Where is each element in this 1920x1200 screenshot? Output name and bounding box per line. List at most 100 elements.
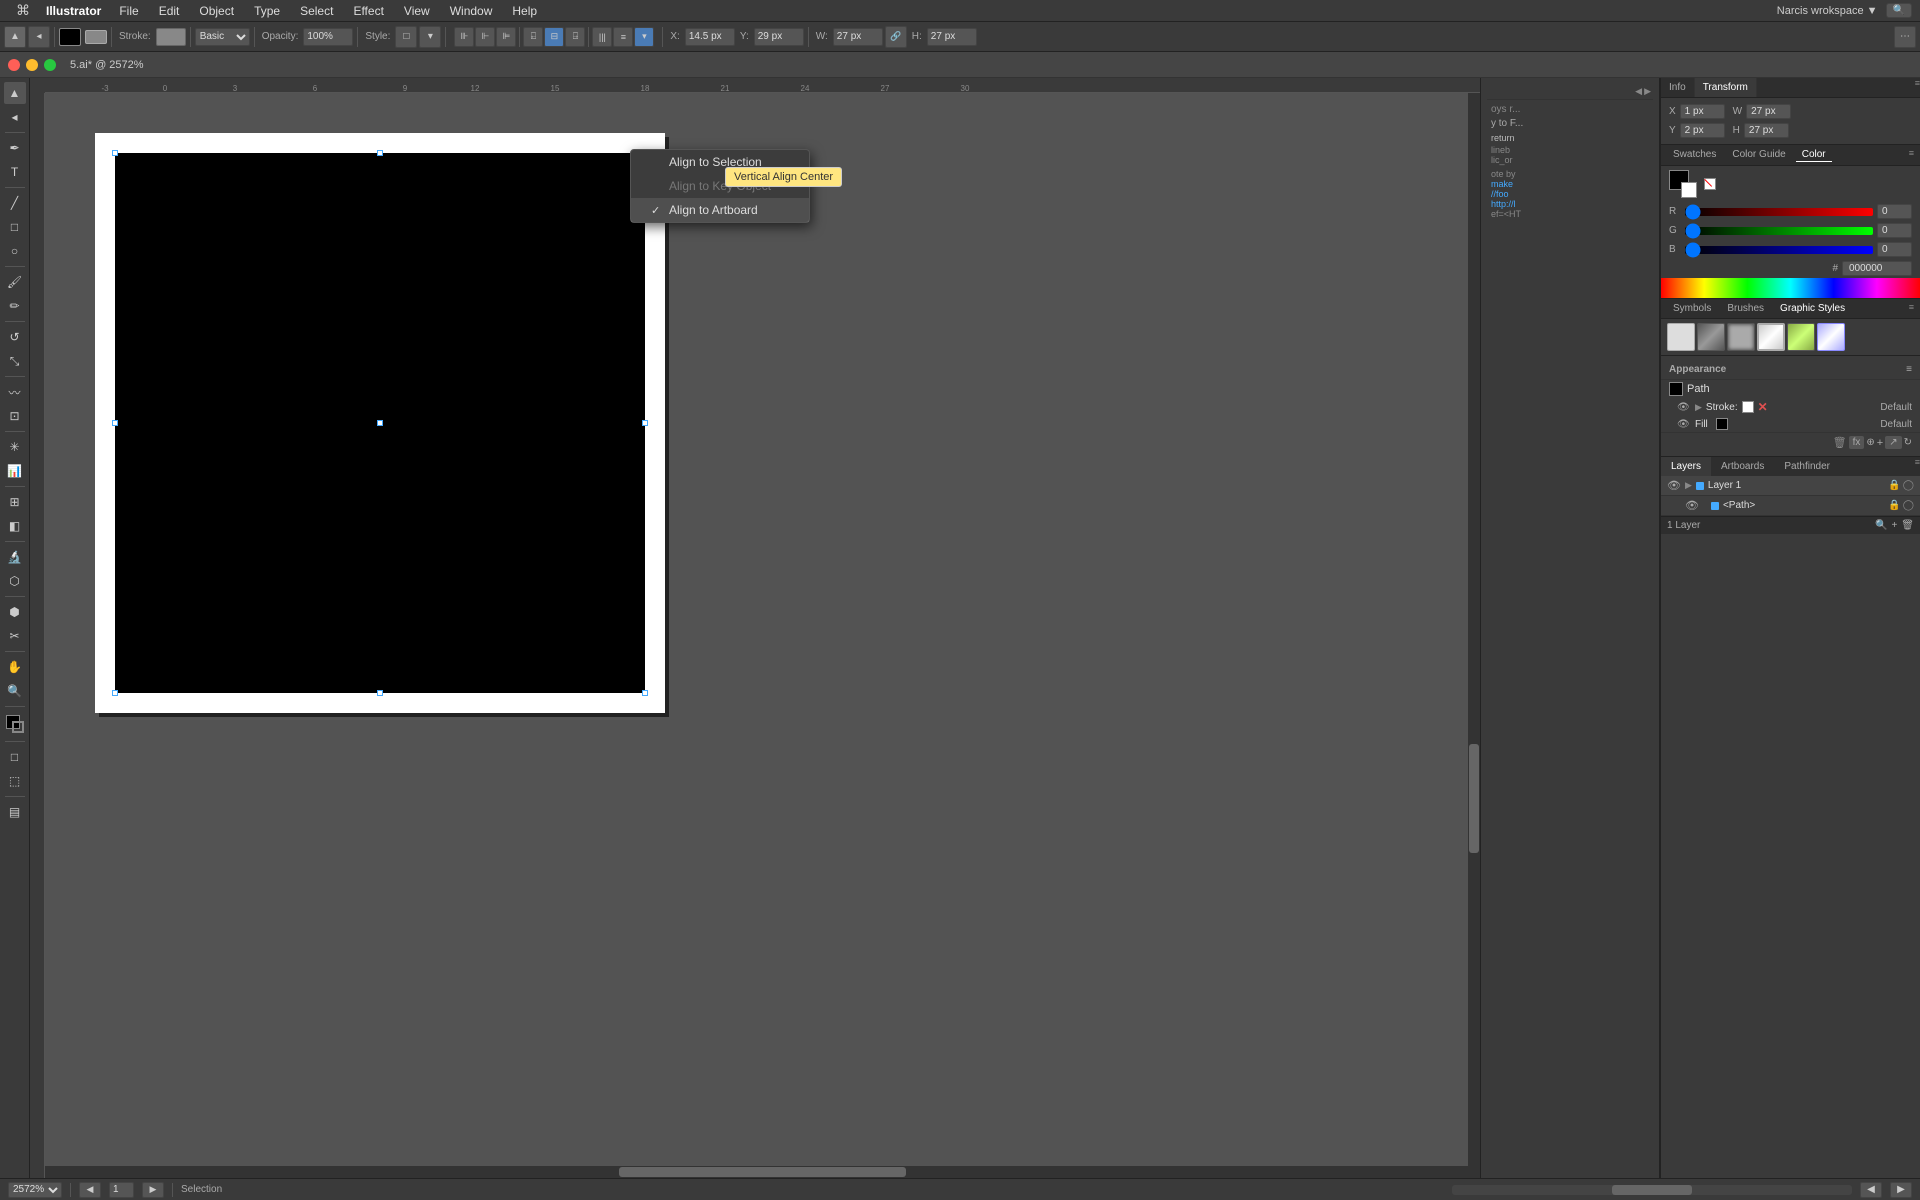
tool-draw-inside[interactable]: ⬚: [4, 770, 26, 792]
x-coord-input[interactable]: [1680, 104, 1725, 119]
layer-delete-icon[interactable]: 🗑: [1901, 520, 1914, 531]
panel-collapse-btn[interactable]: ◀: [1635, 86, 1642, 97]
tool-line[interactable]: ╱: [4, 192, 26, 214]
tool-zoom[interactable]: 🔍: [4, 680, 26, 702]
r-slider[interactable]: [1685, 208, 1873, 216]
tab-color-guide[interactable]: Color Guide: [1726, 148, 1791, 162]
tool-symbol-spray[interactable]: ✳: [4, 436, 26, 458]
tool-scissors[interactable]: ✂: [4, 625, 26, 647]
tab-layers[interactable]: Layers: [1661, 457, 1711, 476]
style-swatch-1[interactable]: [1667, 323, 1695, 351]
y-input[interactable]: [754, 28, 804, 46]
tool-free-transform[interactable]: ⊡: [4, 405, 26, 427]
tab-info[interactable]: Info: [1661, 78, 1695, 97]
style-swatch-6[interactable]: [1817, 323, 1845, 351]
sel-handle-tc[interactable]: [377, 150, 383, 156]
tab-graphic-styles[interactable]: Graphic Styles: [1774, 302, 1851, 315]
artboard-nav-next[interactable]: ▶: [1890, 1182, 1912, 1198]
h-coord-input[interactable]: [1744, 123, 1789, 138]
stroke-style-select[interactable]: Basic: [195, 28, 250, 46]
color-spectrum-bar[interactable]: [1661, 278, 1920, 298]
page-number-input[interactable]: [109, 1182, 134, 1198]
align-options-btn active-dd[interactable]: ▾: [634, 27, 654, 47]
search-bar[interactable]: 🔍: [1886, 3, 1912, 18]
v-scroll-thumb[interactable]: [1469, 744, 1479, 853]
tab-swatches[interactable]: Swatches: [1667, 148, 1722, 162]
b-slider[interactable]: [1685, 246, 1873, 254]
sel-handle-bc[interactable]: [377, 690, 383, 696]
zoom-select[interactable]: 2572%: [8, 1182, 62, 1198]
more-options-btn[interactable]: ⋯: [1894, 26, 1916, 48]
maximize-btn[interactable]: [44, 59, 56, 71]
menu-effect[interactable]: Effect: [343, 0, 393, 22]
tool-hand[interactable]: ✋: [4, 656, 26, 678]
path-layer-circle[interactable]: ◯: [1903, 500, 1914, 511]
tool-mesh[interactable]: ⊞: [4, 491, 26, 513]
menu-edit[interactable]: Edit: [149, 0, 190, 22]
tool-eyedropper[interactable]: 🔬: [4, 546, 26, 568]
tool-select-btn[interactable]: ▲: [4, 26, 26, 48]
ap-duplicate-icon[interactable]: ⊕: [1866, 437, 1874, 448]
appearance-menu-icon[interactable]: ≡: [1906, 364, 1912, 375]
tool-normal-mode[interactable]: □: [4, 746, 26, 768]
tool-screen-mode[interactable]: ▤: [4, 801, 26, 823]
ap-add-icon[interactable]: +: [1877, 437, 1883, 449]
distribute-vert-btn[interactable]: ≡: [613, 27, 633, 47]
constrain-btn[interactable]: 🔗: [885, 26, 907, 48]
background-swatch[interactable]: [1681, 182, 1697, 198]
close-btn[interactable]: [8, 59, 20, 71]
ap-new-icon[interactable]: ↗: [1885, 436, 1901, 449]
tool-rotate[interactable]: ↺: [4, 326, 26, 348]
tool-ellipse[interactable]: ○: [4, 240, 26, 262]
path-layer-row[interactable]: 👁 <Path> 🔒 ◯: [1661, 496, 1920, 516]
tool-live-paint[interactable]: ⬢: [4, 601, 26, 623]
ap-fx-icon[interactable]: fx: [1849, 436, 1865, 449]
b-value[interactable]: [1877, 242, 1912, 257]
style-btn[interactable]: □: [395, 26, 417, 48]
tab-transform[interactable]: Transform: [1695, 78, 1757, 97]
stroke-color-ap[interactable]: [1742, 401, 1754, 413]
layer-1-toggle[interactable]: ▶: [1685, 480, 1692, 491]
align-to-artboard-item[interactable]: ✓ Align to Artboard: [631, 198, 809, 222]
style-options-btn[interactable]: ▾: [419, 26, 441, 48]
styles-panel-arrow[interactable]: ≡: [1909, 302, 1914, 315]
layer-add-icon[interactable]: +: [1891, 520, 1897, 531]
tab-artboards[interactable]: Artboards: [1711, 457, 1774, 476]
tool-brush[interactable]: 🖌: [4, 271, 26, 293]
align-horiz-right-btn[interactable]: ⊫: [496, 27, 516, 47]
r-value[interactable]: [1877, 204, 1912, 219]
path-layer-lock[interactable]: 🔒: [1888, 500, 1900, 511]
sel-handle-tl[interactable]: [112, 150, 118, 156]
ap-refresh-icon[interactable]: ↻: [1904, 437, 1912, 448]
tab-brushes[interactable]: Brushes: [1721, 302, 1770, 315]
g-slider[interactable]: [1685, 227, 1873, 235]
vertical-scrollbar[interactable]: [1468, 93, 1480, 1178]
tool-pen[interactable]: ✒: [4, 137, 26, 159]
panel-expand-btn[interactable]: ▶: [1644, 86, 1651, 97]
tab-pathfinder[interactable]: Pathfinder: [1774, 457, 1840, 476]
menu-select[interactable]: Select: [290, 0, 343, 22]
artboard-container[interactable]: [95, 133, 665, 713]
hex-input[interactable]: [1842, 261, 1912, 276]
style-swatch-5[interactable]: [1787, 323, 1815, 351]
sel-handle-br[interactable]: [642, 690, 648, 696]
apple-menu[interactable]: ⌘: [8, 2, 38, 19]
menu-type[interactable]: Type: [244, 0, 290, 22]
none-indicator[interactable]: [1703, 177, 1717, 191]
tool-selection[interactable]: ▲: [4, 82, 26, 104]
artboard-content[interactable]: [115, 153, 645, 693]
y-coord-input[interactable]: [1680, 123, 1725, 138]
menu-object[interactable]: Object: [189, 0, 244, 22]
style-swatch-2[interactable]: [1697, 323, 1725, 351]
minimize-btn[interactable]: [26, 59, 38, 71]
fill-stroke-indicator[interactable]: [4, 713, 26, 735]
transform-panel-arrow[interactable]: ≡: [1915, 78, 1920, 97]
tool-blend[interactable]: ⬡: [4, 570, 26, 592]
horizontal-scrollbar[interactable]: [45, 1166, 1480, 1178]
sel-handle-bl[interactable]: [112, 690, 118, 696]
fill-color-btn[interactable]: [59, 28, 81, 46]
layers-panel-arrow[interactable]: ≡: [1915, 457, 1920, 476]
layer-search-icon[interactable]: 🔍: [1875, 520, 1887, 531]
menu-help[interactable]: Help: [502, 0, 547, 22]
tab-color[interactable]: Color: [1796, 148, 1832, 162]
